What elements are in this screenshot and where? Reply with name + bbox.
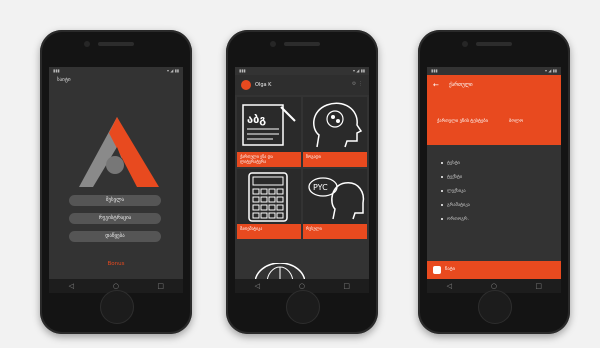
head-brain-icon: [313, 102, 363, 148]
list-item[interactable]: ტექსტი: [441, 175, 462, 180]
chat-icon: [433, 266, 441, 274]
list-item[interactable]: გრამატიკა: [441, 203, 470, 208]
list-item-label: ორთოგრ.: [447, 217, 469, 222]
book-alphabet-icon: აბგ: [242, 104, 296, 146]
speaker: [98, 42, 134, 46]
home-nav-icon[interactable]: ○: [106, 282, 126, 290]
bullet-icon: [441, 203, 443, 206]
tile-glyph: PYC: [313, 183, 328, 192]
bullet-icon: [441, 189, 443, 192]
bullet-icon: [441, 175, 443, 178]
camera: [270, 41, 276, 47]
tile-russian[interactable]: PYC რუსული: [303, 169, 367, 239]
app-label: საიტი: [57, 77, 71, 83]
back-nav-icon[interactable]: ◁: [61, 282, 81, 290]
user-name: Olga K: [255, 82, 272, 88]
start-button[interactable]: დაწყება: [69, 231, 161, 242]
phone-subject: ▮▮▮ ▾ ◢ ▮▮ ← ქართული ქართული ენის ტესტებ…: [418, 30, 570, 334]
speaker: [284, 42, 320, 46]
back-nav-icon[interactable]: ◁: [439, 282, 459, 290]
signal-icon: ▮▮▮: [53, 68, 60, 73]
list-item-label: ტესტი: [447, 161, 460, 166]
subject-header: ← ქართული ქართული ენის ტესტები ბოლო: [427, 75, 561, 145]
back-arrow-icon[interactable]: ←: [433, 81, 439, 89]
phone-login: ▮▮▮ ▾ ◢ ▮▮ საიტი შესვლა რეგისტრაცია დაწყ…: [40, 30, 192, 334]
subject-screen: ▮▮▮ ▾ ◢ ▮▮ ← ქართული ქართული ენის ტესტებ…: [427, 67, 561, 293]
list-item-label: ლექსიკა: [447, 189, 466, 194]
recents-nav-icon[interactable]: □: [529, 282, 549, 290]
battery-icon: ▾ ◢ ▮▮: [166, 68, 179, 73]
speaker: [476, 42, 512, 46]
home-nav-icon[interactable]: ○: [484, 282, 504, 290]
header-icons[interactable]: ⚙ ⋮: [352, 81, 363, 87]
status-bar: ▮▮▮ ▾ ◢ ▮▮: [49, 67, 183, 75]
list-item[interactable]: ორთოგრ.: [441, 217, 469, 222]
subtitle: ქართული ენის ტესტები: [437, 119, 488, 124]
tile-general[interactable]: ზოგადი: [303, 97, 367, 167]
list-item[interactable]: ლექსიკა: [441, 189, 466, 194]
login-button[interactable]: შესვლა: [69, 195, 161, 206]
list-item[interactable]: ტესტი: [441, 161, 460, 166]
tile-math[interactable]: მათემატიკა: [237, 169, 301, 239]
register-button[interactable]: რეგისტრაცია: [69, 213, 161, 224]
calculator-icon: [248, 172, 288, 222]
tile-label: რუსული: [303, 224, 367, 239]
list-item-label: გრამატიკა: [447, 203, 470, 208]
app-logo-icon: [79, 117, 159, 187]
tile-label: ქართული ენა და ლიტერატურა: [237, 152, 301, 167]
head-speech-icon: PYC: [308, 177, 365, 220]
page-title: ქართული: [449, 82, 473, 88]
camera: [84, 41, 90, 47]
recents-nav-icon[interactable]: □: [337, 282, 357, 290]
signal-icon: ▮▮▮: [239, 68, 246, 73]
tile-glyph: აბგ: [247, 113, 266, 126]
dashboard-screen: ▮▮▮ ▾ ◢ ▮▮ Olga K ⚙ ⋮ აბგ ქართული ენა და…: [235, 67, 369, 293]
tile-label: მათემატიკა: [237, 224, 301, 239]
battery-icon: ▾ ◢ ▮▮: [544, 68, 557, 73]
camera: [462, 41, 468, 47]
home-button[interactable]: [100, 290, 134, 324]
avatar[interactable]: [241, 80, 251, 90]
chat-bar[interactable]: ჩატი: [427, 261, 561, 279]
bullet-icon: [441, 217, 443, 220]
tile-label: ზოგადი: [303, 152, 367, 167]
chat-label: ჩატი: [445, 267, 455, 272]
signal-icon: ▮▮▮: [431, 68, 438, 73]
list-item-label: ტექსტი: [447, 175, 463, 180]
back-nav-icon[interactable]: ◁: [247, 282, 267, 290]
login-screen: ▮▮▮ ▾ ◢ ▮▮ საიტი შესვლა რეგისტრაცია დაწყ…: [49, 67, 183, 293]
home-button[interactable]: [478, 290, 512, 324]
dashboard-header: Olga K ⚙ ⋮: [235, 75, 369, 95]
home-nav-icon[interactable]: ○: [292, 282, 312, 290]
bonus-link[interactable]: Bonus: [49, 261, 183, 267]
subtitle-right[interactable]: ბოლო: [509, 119, 523, 124]
tile-georgian[interactable]: აბგ ქართული ენა და ლიტერატურა: [237, 97, 301, 167]
status-bar: ▮▮▮ ▾ ◢ ▮▮: [235, 67, 369, 75]
bullet-icon: [441, 161, 443, 164]
phone-dashboard: ▮▮▮ ▾ ◢ ▮▮ Olga K ⚙ ⋮ აბგ ქართული ენა და…: [226, 30, 378, 334]
status-bar: ▮▮▮ ▾ ◢ ▮▮: [427, 67, 561, 75]
home-button[interactable]: [286, 290, 320, 324]
battery-icon: ▾ ◢ ▮▮: [352, 68, 365, 73]
recents-nav-icon[interactable]: □: [151, 282, 171, 290]
